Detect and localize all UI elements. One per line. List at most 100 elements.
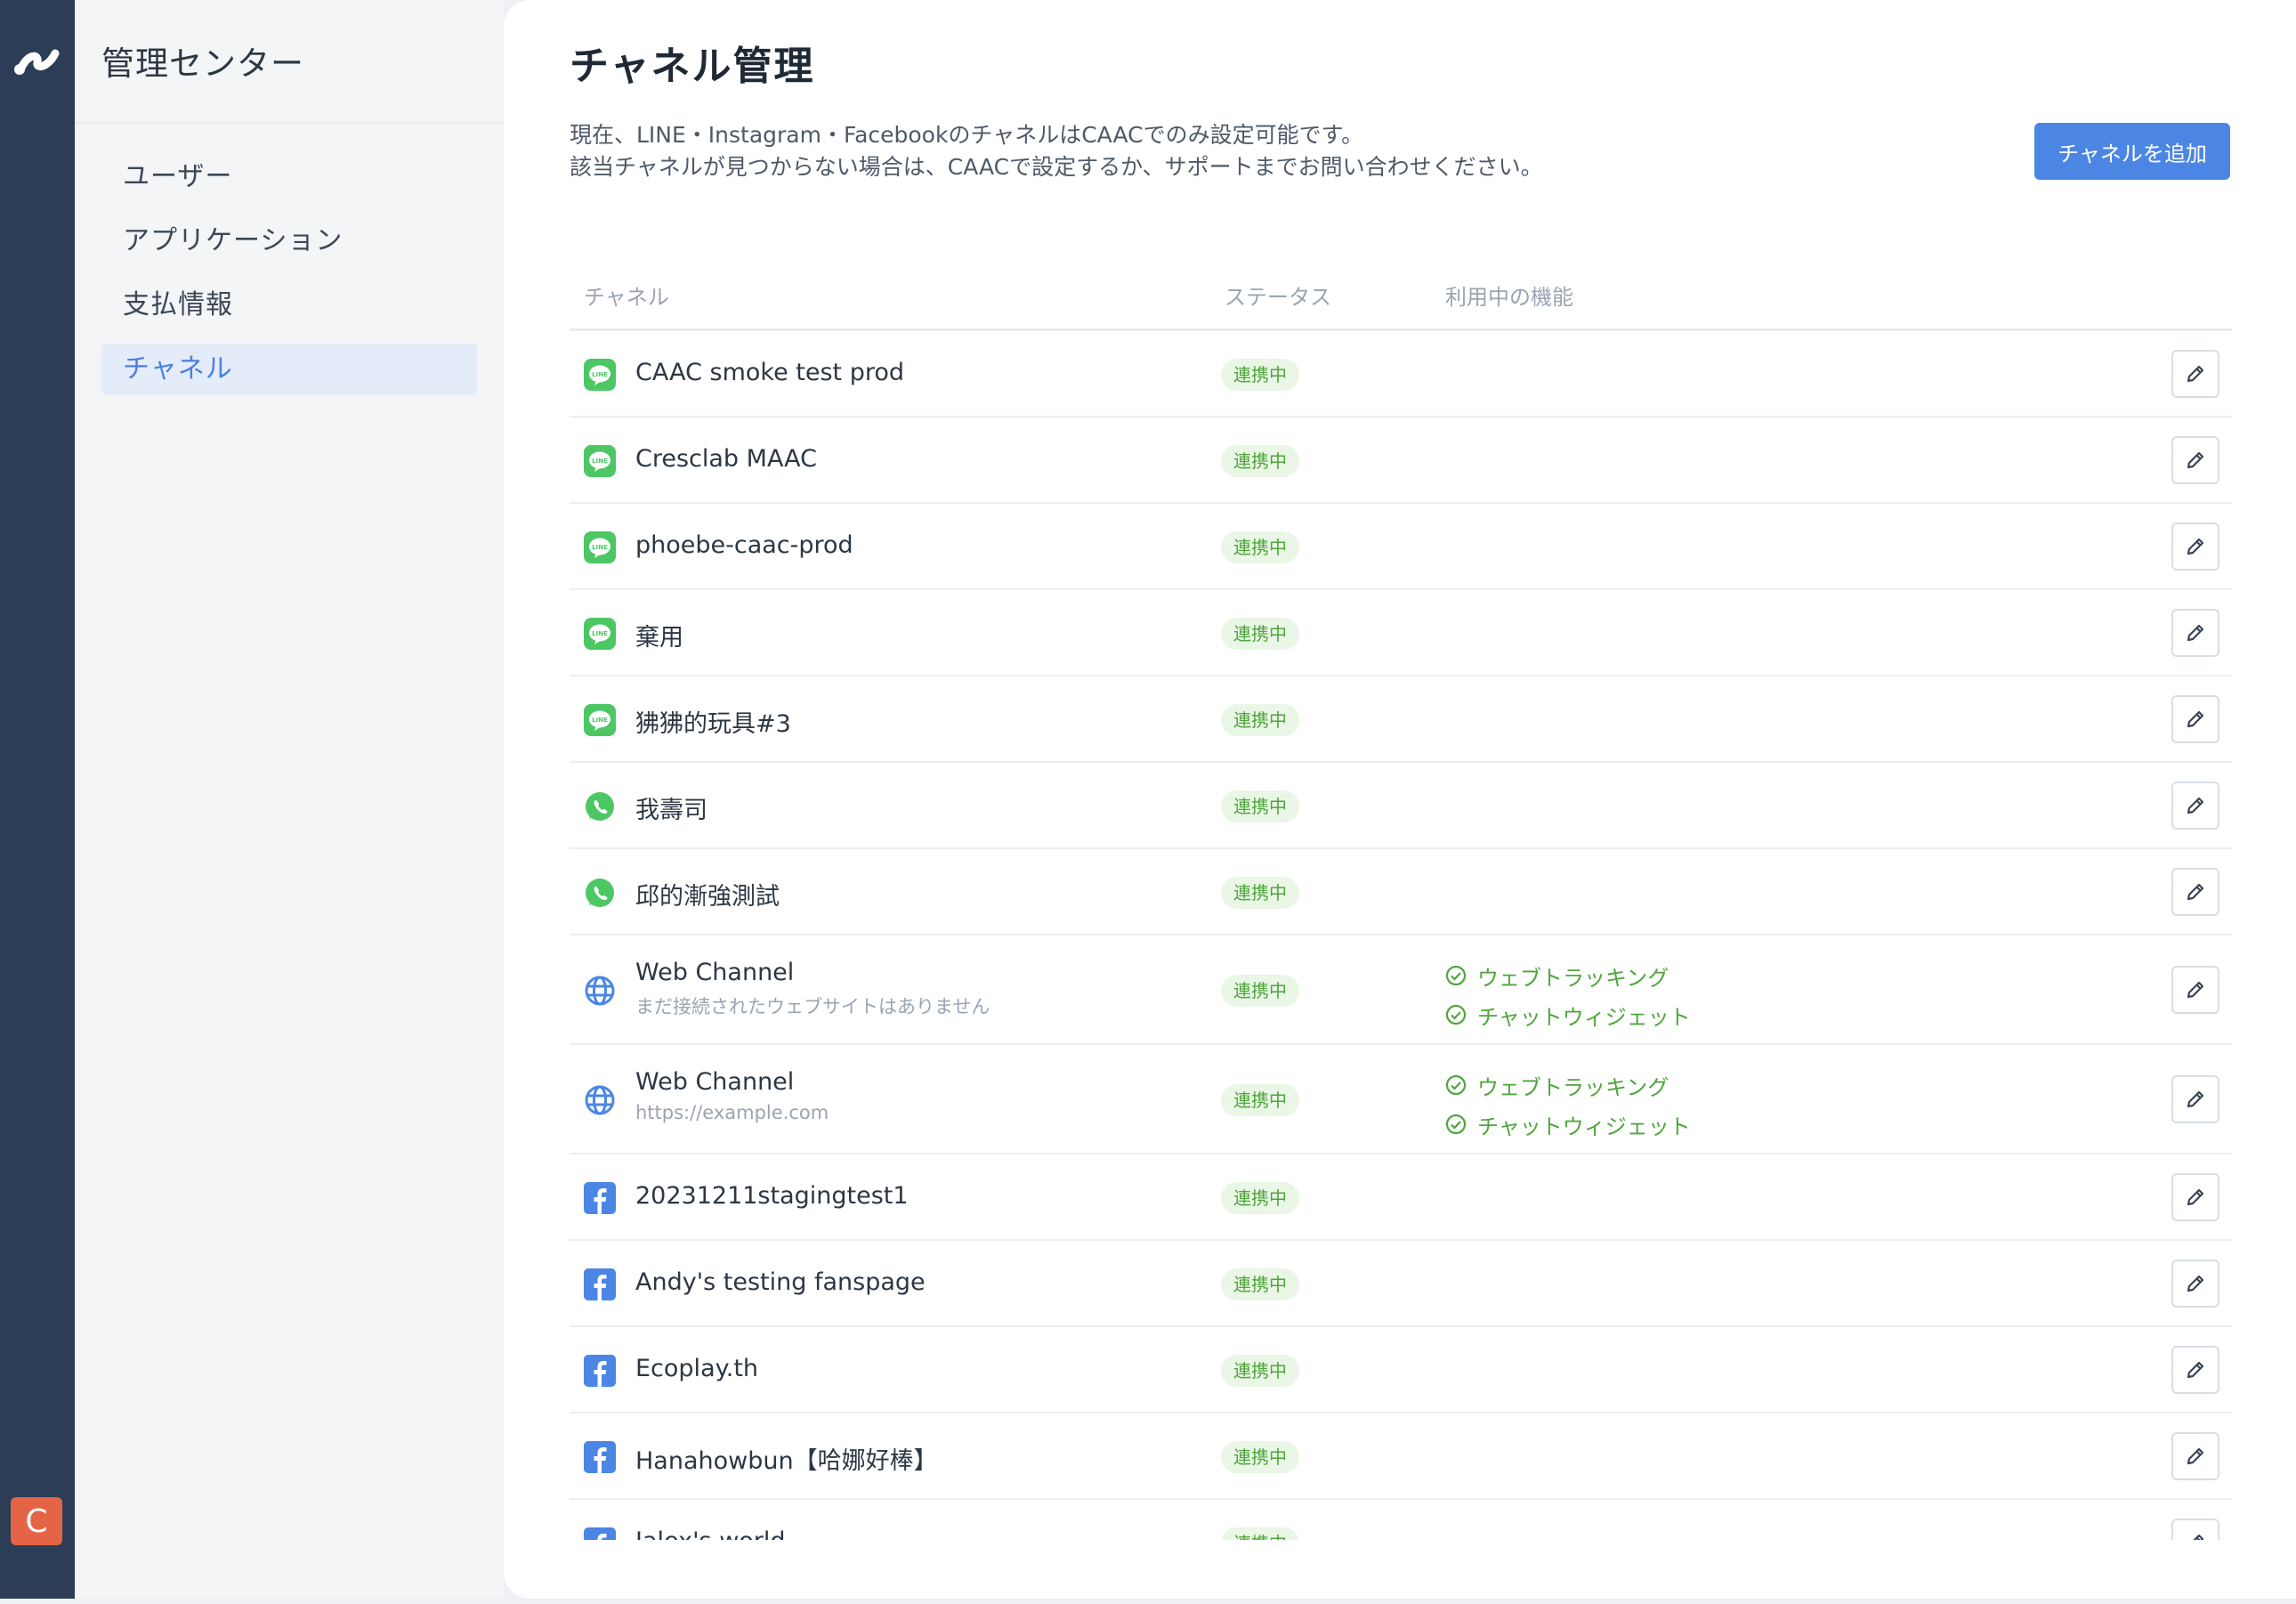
edit-button[interactable] — [2171, 435, 2219, 484]
channel-name: Web Channel — [635, 958, 795, 986]
pencil-icon — [2184, 1358, 2207, 1381]
pencil-icon — [2184, 621, 2207, 644]
edit-button[interactable] — [2171, 965, 2219, 1014]
edit-button[interactable] — [2171, 1259, 2219, 1308]
web-icon — [584, 975, 616, 1007]
edit-button[interactable] — [2171, 1431, 2219, 1480]
web-icon — [584, 1084, 616, 1116]
table-row: 20231211stagingtest1 連携中 — [570, 1154, 2232, 1241]
status-badge: 連携中 — [1221, 876, 1299, 909]
channel-name: Jalex's world — [635, 1527, 786, 1541]
page-description: 現在、LINE・Instagram・FacebookのチャネルはCAACでのみ設… — [570, 119, 1543, 183]
table-row: 邱的漸強測試 連携中 — [570, 849, 2232, 936]
status-badge: 連携中 — [1221, 617, 1299, 650]
feature-label: チャットウィジェット — [1477, 1004, 1691, 1030]
status-badge: 連携中 — [1221, 974, 1299, 1007]
user-avatar[interactable]: C — [11, 1497, 62, 1545]
svg-text:LINE: LINE — [592, 544, 608, 551]
feature-label: ウェブトラッキング — [1477, 965, 1669, 991]
table-row: Web Channel まだ接続されたウェブサイトはありません 連携中 ウェブトラッキ… — [570, 936, 2232, 1045]
sidebar-title: 管理センター — [75, 0, 504, 125]
channel-name: CAAC smoke test prod — [635, 358, 904, 386]
svg-text:LINE: LINE — [592, 458, 608, 465]
status-badge: 連携中 — [1221, 358, 1299, 391]
status-badge: 連携中 — [1221, 790, 1299, 822]
table-row: LINE Cresclab MAAC 連携中 — [570, 417, 2232, 504]
sidebar-item-applications[interactable]: アプリケーション — [101, 215, 477, 267]
svg-text:LINE: LINE — [592, 371, 608, 378]
description-line-2: 該当チャネルが見つからない場合は、CAACで設定するか、サポートまでお問い合わせ… — [570, 154, 1543, 180]
facebook-icon — [584, 1354, 616, 1387]
feature-label: ウェブトラッキング — [1477, 1074, 1669, 1100]
svg-text:LINE: LINE — [592, 717, 608, 724]
sidebar-nav: ユーザー アプリケーション 支払情報 チャネル — [75, 125, 504, 395]
check-circle-icon — [1445, 1074, 1467, 1096]
channel-name: Web Channel — [635, 1067, 795, 1096]
feature-item: チャットウィジェット — [1445, 1000, 1691, 1031]
pencil-icon — [2184, 1531, 2207, 1540]
status-badge: 連携中 — [1221, 1083, 1299, 1116]
sidebar-item-users[interactable]: ユーザー — [101, 151, 477, 203]
facebook-icon — [584, 1268, 616, 1300]
table-row: Ecoplay.th 連携中 — [570, 1327, 2232, 1414]
table-row: LINE 棄用 連携中 — [570, 590, 2232, 676]
pencil-icon — [2184, 978, 2207, 1001]
edit-button[interactable] — [2171, 694, 2219, 743]
feature-item: チャットウィジェット — [1445, 1109, 1691, 1140]
svg-text:LINE: LINE — [592, 630, 608, 637]
table-body: LINE CAAC smoke test prod 連携中 LINE Cresclab … — [570, 331, 2232, 1540]
edit-button[interactable] — [2171, 608, 2219, 657]
header-channel: チャネル — [584, 285, 669, 310]
edit-button[interactable] — [2171, 1074, 2219, 1123]
whatsapp-icon — [584, 790, 616, 822]
edit-button[interactable] — [2171, 349, 2219, 398]
brand-logo-icon[interactable] — [12, 41, 64, 78]
check-circle-icon — [1445, 1004, 1467, 1025]
status-badge: 連携中 — [1221, 1440, 1299, 1473]
channel-subtext: まだ接続されたウェブサイトはありません — [635, 995, 990, 1017]
pencil-icon — [2184, 794, 2207, 817]
pencil-icon — [2184, 1445, 2207, 1468]
channel-name: 20231211stagingtest1 — [635, 1181, 909, 1210]
feature-item: ウェブトラッキング — [1445, 960, 1669, 992]
pencil-icon — [2184, 362, 2207, 385]
table-row: Jalex's world 連携中 — [570, 1500, 2232, 1540]
table-row: Hanahowbun【哈娜好棒】 連携中 — [570, 1414, 2232, 1500]
status-badge: 連携中 — [1221, 1354, 1299, 1387]
channel-name: 邱的漸強測試 — [635, 882, 780, 911]
channel-name: phoebe-caac-prod — [635, 531, 853, 559]
channel-name: Ecoplay.th — [635, 1354, 759, 1382]
main-panel: チャネル管理 現在、LINE・Instagram・FacebookのチャネルはC… — [504, 0, 2296, 1599]
feature-label: チャットウィジェット — [1477, 1114, 1691, 1139]
page-title: チャネル管理 — [570, 44, 815, 89]
channel-name: Cresclab MAAC — [635, 444, 818, 473]
pencil-icon — [2184, 1186, 2207, 1209]
facebook-icon — [584, 1527, 616, 1540]
facebook-icon — [584, 1181, 616, 1214]
facebook-icon — [584, 1440, 616, 1473]
sidebar-item-channels[interactable]: チャネル — [101, 344, 477, 395]
edit-button[interactable] — [2171, 522, 2219, 571]
add-channel-button[interactable]: チャネルを追加 — [2034, 123, 2230, 180]
edit-button[interactable] — [2171, 1172, 2219, 1221]
channel-name: Andy's testing fanspage — [635, 1268, 926, 1296]
line-icon: LINE — [584, 358, 616, 391]
admin-sidebar: 管理センター ユーザー アプリケーション 支払情報 チャネル — [75, 0, 504, 1599]
pencil-icon — [2184, 535, 2207, 558]
check-circle-icon — [1445, 965, 1467, 986]
edit-button[interactable] — [2171, 1345, 2219, 1394]
edit-button[interactable] — [2171, 781, 2219, 830]
sidebar-item-billing[interactable]: 支払情報 — [101, 279, 477, 331]
pencil-icon — [2184, 708, 2207, 731]
feature-item: ウェブトラッキング — [1445, 1070, 1669, 1101]
edit-button[interactable] — [2171, 1518, 2219, 1540]
pencil-icon — [2184, 1088, 2207, 1111]
channel-name: 我壽司 — [635, 796, 707, 824]
check-circle-icon — [1445, 1114, 1467, 1135]
table-row: Web Channel https://example.com 連携中 ウェブトラッキ… — [570, 1045, 2232, 1154]
edit-button[interactable] — [2171, 867, 2219, 916]
app-rail: C — [0, 0, 75, 1599]
table-row: Andy's testing fanspage 連携中 — [570, 1241, 2232, 1327]
channel-table: チャネル ステータス 利用中の機能 LINE CAAC smoke test pr… — [570, 267, 2232, 1540]
status-badge: 連携中 — [1221, 1527, 1299, 1540]
